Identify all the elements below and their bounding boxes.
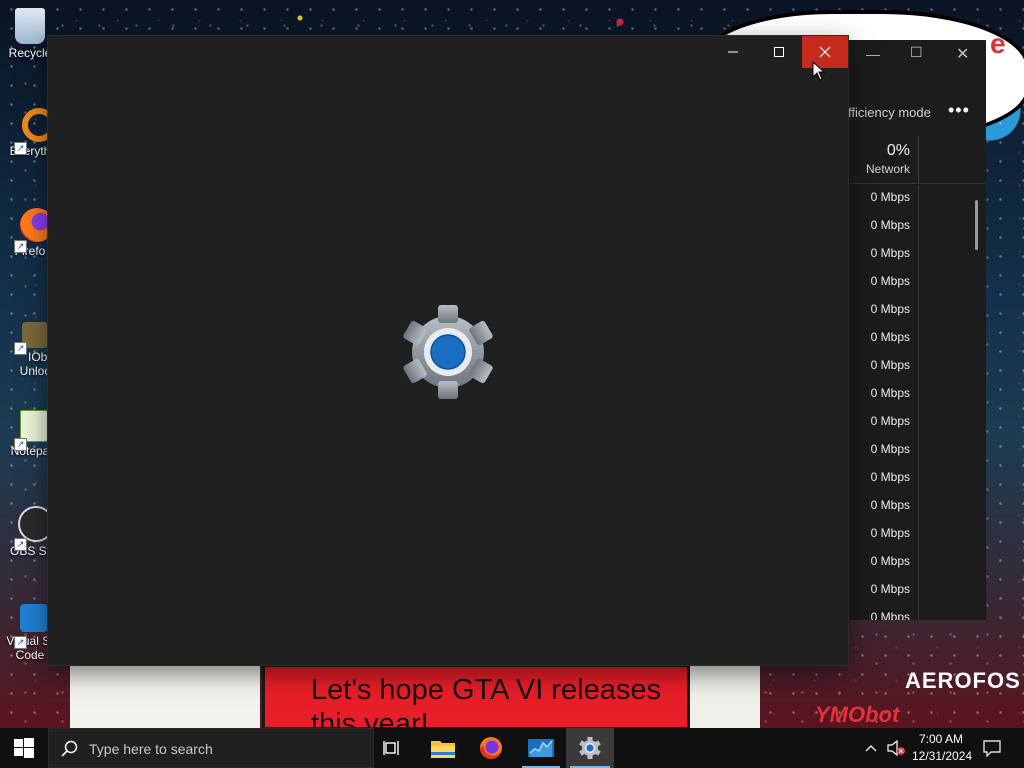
table-cell: 0 Mbps	[870, 442, 910, 456]
taskbar-file-explorer[interactable]	[420, 728, 466, 768]
wallpaper-sign: AEROFOS	[905, 668, 1021, 693]
taskbar-settings[interactable]	[566, 728, 614, 768]
table-cell: 0 Mbps	[870, 386, 910, 400]
start-button[interactable]	[0, 728, 48, 768]
divider	[848, 183, 986, 184]
close-icon[interactable]: ✕	[956, 44, 969, 64]
search-placeholder: Type here to search	[89, 741, 213, 757]
table-cell: 0 Mbps	[870, 582, 910, 596]
table-cell: 0 Mbps	[870, 470, 910, 484]
shortcut-arrow-icon: ↗	[14, 636, 27, 649]
minimize-icon[interactable]: —	[866, 46, 880, 62]
shortcut-arrow-icon: ↗	[14, 342, 27, 355]
shortcut-arrow-icon: ↗	[14, 438, 27, 451]
table-cell: 0 Mbps	[870, 246, 910, 260]
vscode-icon	[20, 604, 48, 632]
minimize-button[interactable]	[710, 36, 756, 68]
clock-time: 7:00 AM	[918, 732, 964, 746]
maximize-icon[interactable]: ☐	[910, 44, 923, 61]
taskbar-firefox[interactable]	[468, 728, 514, 768]
close-icon	[819, 46, 831, 58]
table-cell: 0 Mbps	[870, 498, 910, 512]
notifications-button[interactable]	[978, 728, 1006, 768]
task-view-button[interactable]	[372, 728, 412, 768]
network-label: Network	[865, 162, 910, 176]
task-manager-window[interactable]: — ☐ ✕ fficiency mode ••• 0% Network 0 Mb…	[848, 40, 986, 620]
table-cell: 0 Mbps	[870, 330, 910, 344]
settings-gear-icon	[403, 305, 493, 399]
minimize-icon	[728, 51, 738, 53]
wallpaper-paper	[690, 664, 760, 728]
volume-button[interactable]	[884, 728, 908, 768]
mouse-cursor-icon	[812, 61, 826, 81]
wallpaper-paper	[70, 664, 260, 728]
clock-date: 12/31/2024	[912, 749, 973, 763]
network-column: 0 Mbps 0 Mbps 0 Mbps 0 Mbps 0 Mbps 0 Mbp…	[848, 185, 919, 620]
maximize-button[interactable]	[756, 36, 802, 68]
efficiency-mode-button[interactable]: fficiency mode	[848, 105, 931, 120]
network-percent: 0%	[886, 142, 910, 159]
firefox-icon	[480, 737, 502, 759]
table-cell: 0 Mbps	[870, 526, 910, 540]
scrollbar-thumb[interactable]	[975, 200, 978, 250]
table-cell: 0 Mbps	[870, 358, 910, 372]
chevron-up-icon	[865, 745, 877, 752]
shortcut-arrow-icon: ↗	[14, 538, 27, 551]
shortcut-arrow-icon: ↗	[14, 240, 27, 253]
table-cell: 0 Mbps	[870, 554, 910, 568]
banner-text: Let's hope GTA VI releases this year!	[311, 674, 661, 728]
wallpaper-letters: e	[990, 28, 1006, 59]
settings-window[interactable]	[48, 36, 848, 665]
task-view-icon	[383, 741, 399, 755]
task-manager-titlebar: — ☐ ✕	[848, 40, 986, 68]
table-cell: 0 Mbps	[870, 610, 910, 620]
settings-icon	[579, 737, 601, 759]
windows-logo-icon	[14, 738, 34, 758]
more-options-icon[interactable]: •••	[948, 100, 970, 121]
show-hidden-icons-button[interactable]	[860, 728, 882, 768]
search-icon	[61, 740, 78, 757]
file-explorer-icon	[431, 741, 455, 758]
taskbar-task-manager[interactable]	[518, 728, 564, 768]
maximize-icon	[774, 47, 784, 57]
network-column-header[interactable]: 0% Network	[848, 136, 919, 184]
clock[interactable]: 7:00 AM 12/31/2024	[912, 731, 973, 765]
table-cell: 0 Mbps	[870, 274, 910, 288]
taskbar: Type here to search 7:00 AM 12/31/2024	[0, 728, 1024, 768]
table-cell: 0 Mbps	[870, 190, 910, 204]
wallpaper-banner: Let's hope GTA VI releases this year!	[262, 664, 690, 728]
recycle-bin-icon	[15, 8, 45, 44]
task-manager-command-bar: fficiency mode •••	[848, 100, 986, 130]
table-cell: 0 Mbps	[870, 302, 910, 316]
volume-muted-icon	[887, 740, 905, 756]
table-cell: 0 Mbps	[870, 218, 910, 232]
notification-icon	[983, 739, 1001, 757]
wallpaper-sign: YMObot	[815, 702, 900, 727]
shortcut-arrow-icon: ↗	[14, 142, 27, 155]
task-manager-icon	[528, 739, 554, 757]
table-cell: 0 Mbps	[870, 414, 910, 428]
search-box[interactable]: Type here to search	[48, 728, 374, 768]
